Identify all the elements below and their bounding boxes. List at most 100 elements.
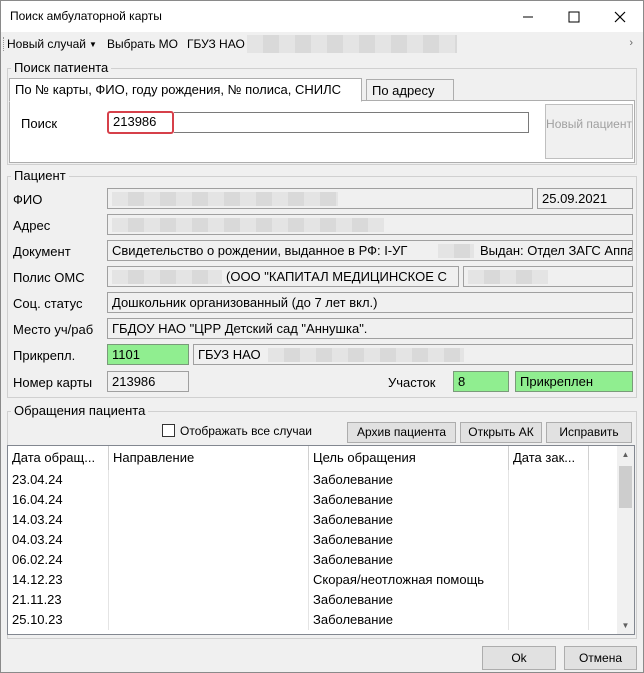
- table-row[interactable]: 21.11.23 Заболевание: [8, 590, 618, 610]
- visits-table: Дата обращ... Направление Цель обращения…: [7, 445, 635, 635]
- cell-date: 14.12.23: [8, 570, 109, 590]
- archive-patient-button[interactable]: Архив пациента: [347, 422, 456, 443]
- redacted-oms-number: [112, 270, 222, 284]
- cell-date: 16.04.24: [8, 490, 109, 510]
- attach-code-field: 1101: [107, 344, 189, 365]
- attach-status-field: Прикреплен: [515, 371, 633, 392]
- dialog-window: Поиск амбулаторной карты Новый случай ▼ В…: [0, 0, 644, 673]
- ok-button[interactable]: Ok: [482, 646, 556, 670]
- social-status-value: Дошкольник организованный (до 7 лет вкл.…: [112, 295, 378, 310]
- show-all-checkbox[interactable]: [162, 424, 175, 437]
- birth-date-field: 25.09.2021: [537, 188, 633, 209]
- cell-closed: [509, 610, 589, 630]
- table-row[interactable]: 16.04.24 Заболевание: [8, 490, 618, 510]
- workplace-label: Место уч/раб: [13, 322, 94, 337]
- scroll-thumb[interactable]: [619, 466, 632, 508]
- cancel-button[interactable]: Отмена: [564, 646, 637, 670]
- cell-purpose: Заболевание: [309, 590, 509, 610]
- cell-date: 23.04.24: [8, 470, 109, 490]
- redacted-attach-org: [268, 348, 464, 362]
- card-number-field: 213986: [107, 371, 189, 392]
- oms-extra-field: [463, 266, 633, 287]
- redacted-oms-extra: [468, 270, 548, 284]
- select-mo-button[interactable]: Выбрать МО: [107, 37, 178, 51]
- document-label: Документ: [13, 244, 71, 259]
- table-row[interactable]: 23.04.24 Заболевание: [8, 470, 618, 490]
- cell-date: 21.11.23: [8, 590, 109, 610]
- fix-button[interactable]: Исправить: [546, 422, 632, 443]
- patient-group-label: Пациент: [11, 168, 69, 183]
- cell-direction: [109, 490, 309, 510]
- toolbar-grip: [3, 37, 5, 51]
- cell-purpose: Заболевание: [309, 510, 509, 530]
- close-button[interactable]: [597, 1, 643, 32]
- document-value: Свидетельство о рождении, выданное в РФ:…: [112, 243, 408, 258]
- cell-purpose: Заболевание: [309, 550, 509, 570]
- district-label: Участок: [388, 375, 436, 390]
- title-bar[interactable]: Поиск амбулаторной карты: [1, 1, 643, 32]
- table-row[interactable]: 14.03.24 Заболевание: [8, 510, 618, 530]
- redacted-fio: [112, 192, 338, 206]
- table-row[interactable]: 25.10.23 Заболевание: [8, 610, 618, 630]
- attach-org-field: ГБУЗ НАО: [193, 344, 633, 365]
- tab-search-by-address[interactable]: По адресу: [366, 79, 454, 101]
- maximize-button[interactable]: [551, 1, 597, 32]
- search-label: Поиск: [21, 116, 58, 131]
- attach-label: Прикрепл.: [13, 348, 76, 363]
- scroll-down-icon[interactable]: ▼: [617, 617, 634, 634]
- minimize-button[interactable]: [505, 1, 551, 32]
- address-field: [107, 214, 633, 235]
- fio-field: [107, 188, 533, 209]
- cell-direction: [109, 550, 309, 570]
- new-patient-button[interactable]: Новый пациент: [545, 104, 633, 159]
- search-input-extension[interactable]: [174, 112, 529, 133]
- window-title: Поиск амбулаторной карты: [10, 9, 162, 23]
- chevron-right-icon[interactable]: ›: [629, 37, 633, 49]
- close-icon: [614, 11, 626, 23]
- cell-closed: [509, 470, 589, 490]
- oms-field: (ООО "КАПИТАЛ МЕДИЦИНСКОЕ С: [107, 266, 459, 287]
- social-status-field: Дошкольник организованный (до 7 лет вкл.…: [107, 292, 633, 313]
- visits-scrollbar[interactable]: ▲ ▼: [617, 446, 634, 634]
- new-case-menu[interactable]: Новый случай ▼: [7, 37, 97, 51]
- birth-date-value: 25.09.2021: [542, 191, 608, 206]
- cell-closed: [509, 510, 589, 530]
- attach-status-value: Прикреплен: [520, 374, 594, 389]
- new-patient-label: Новый пациент: [546, 117, 632, 131]
- table-row[interactable]: 06.02.24 Заболевание: [8, 550, 618, 570]
- open-ak-button[interactable]: Открыть АК: [460, 422, 542, 443]
- tab-search-by-card[interactable]: По № карты, ФИО, году рождения, № полиса…: [9, 78, 362, 102]
- column-header-closed[interactable]: Дата зак...: [509, 446, 589, 470]
- minimize-icon: [523, 16, 533, 18]
- document-field: Свидетельство о рождении, выданное в РФ:…: [107, 240, 633, 261]
- scroll-up-icon[interactable]: ▲: [617, 446, 634, 463]
- archive-patient-label: Архив пациента: [356, 425, 447, 439]
- column-header-date[interactable]: Дата обращ...: [8, 446, 109, 470]
- redacted-document-number: [438, 244, 474, 258]
- cell-date: 25.10.23: [8, 610, 109, 630]
- ok-label: Ok: [511, 651, 527, 665]
- cell-direction: [109, 610, 309, 630]
- column-header-purpose[interactable]: Цель обращения: [309, 446, 509, 470]
- search-input[interactable]: 213986: [107, 111, 174, 134]
- dropdown-arrow-icon: ▼: [89, 40, 97, 49]
- cell-purpose: Заболевание: [309, 490, 509, 510]
- document-issued: Выдан: Отдел ЗАГС Аппа: [480, 243, 633, 258]
- table-row[interactable]: 14.12.23 Скорая/неотложная помощь: [8, 570, 618, 590]
- cancel-label: Отмена: [578, 651, 623, 665]
- cell-purpose: Заболевание: [309, 470, 509, 490]
- cell-purpose: Заболевание: [309, 530, 509, 550]
- cell-closed: [509, 530, 589, 550]
- mo-name: ГБУЗ НАО: [187, 37, 245, 51]
- maximize-icon: [568, 11, 580, 23]
- cell-date: 06.02.24: [8, 550, 109, 570]
- new-case-label: Новый случай: [7, 37, 87, 51]
- redacted-address: [112, 218, 384, 232]
- open-ak-label: Открыть АК: [468, 425, 534, 439]
- select-mo-label: Выбрать МО: [107, 37, 178, 51]
- tab-search-by-card-label: По № карты, ФИО, году рождения, № полиса…: [15, 82, 341, 97]
- column-header-direction[interactable]: Направление: [109, 446, 309, 470]
- toolbar: Новый случай ▼ Выбрать МО ГБУЗ НАО ›: [1, 32, 643, 56]
- card-number-value: 213986: [112, 374, 156, 389]
- table-row[interactable]: 04.03.24 Заболевание: [8, 530, 618, 550]
